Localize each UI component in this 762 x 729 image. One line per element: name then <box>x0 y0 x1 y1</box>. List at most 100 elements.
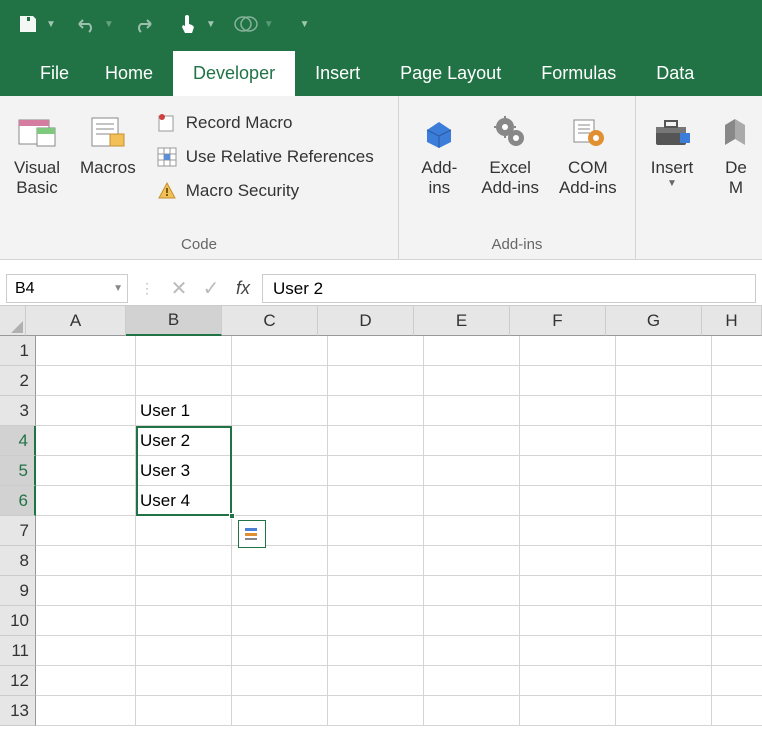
cell-A6[interactable] <box>36 486 136 516</box>
cell-H4[interactable] <box>712 426 762 456</box>
column-header-A[interactable]: A <box>26 306 126 336</box>
row-header-1[interactable]: 1 <box>0 336 36 366</box>
row-header-6[interactable]: 6 <box>0 486 36 516</box>
cell-C13[interactable] <box>232 696 328 726</box>
name-box[interactable]: B4 ▼ <box>6 274 128 303</box>
row-header-8[interactable]: 8 <box>0 546 36 576</box>
cell-C9[interactable] <box>232 576 328 606</box>
chevron-down-icon[interactable]: ▼ <box>113 283 123 294</box>
cell-A1[interactable] <box>36 336 136 366</box>
cell-E13[interactable] <box>424 696 520 726</box>
cell-G12[interactable] <box>616 666 712 696</box>
cell-E5[interactable] <box>424 456 520 486</box>
tab-file[interactable]: File <box>24 51 85 96</box>
row-header-11[interactable]: 11 <box>0 636 36 666</box>
macros-button[interactable]: Macros <box>70 104 146 180</box>
cell-D12[interactable] <box>328 666 424 696</box>
cell-E1[interactable] <box>424 336 520 366</box>
cell-E4[interactable] <box>424 426 520 456</box>
cell-A10[interactable] <box>36 606 136 636</box>
select-all-corner[interactable] <box>0 306 26 336</box>
cell-D13[interactable] <box>328 696 424 726</box>
cell-F8[interactable] <box>520 546 616 576</box>
column-header-H[interactable]: H <box>702 306 762 336</box>
cell-G3[interactable] <box>616 396 712 426</box>
cell-G5[interactable] <box>616 456 712 486</box>
cell-B2[interactable] <box>136 366 232 396</box>
formula-input[interactable]: User 2 <box>262 274 756 303</box>
cell-F1[interactable] <box>520 336 616 366</box>
cell-F2[interactable] <box>520 366 616 396</box>
cell-B10[interactable] <box>136 606 232 636</box>
column-header-B[interactable]: B <box>126 306 222 336</box>
row-header-13[interactable]: 13 <box>0 696 36 726</box>
row-header-4[interactable]: 4 <box>0 426 36 456</box>
tab-home[interactable]: Home <box>85 51 173 96</box>
cell-G4[interactable] <box>616 426 712 456</box>
shape-dropdown-icon[interactable]: ▼ <box>264 19 274 30</box>
cell-C12[interactable] <box>232 666 328 696</box>
cell-G2[interactable] <box>616 366 712 396</box>
cell-F5[interactable] <box>520 456 616 486</box>
cell-B4[interactable]: User 2 <box>136 426 232 456</box>
cell-F6[interactable] <box>520 486 616 516</box>
cell-D9[interactable] <box>328 576 424 606</box>
tab-insert[interactable]: Insert <box>295 51 380 96</box>
tab-page-layout[interactable]: Page Layout <box>380 51 521 96</box>
cell-G11[interactable] <box>616 636 712 666</box>
tab-developer[interactable]: Developer <box>173 51 295 96</box>
cell-G6[interactable] <box>616 486 712 516</box>
cell-D11[interactable] <box>328 636 424 666</box>
use-relative-references-button[interactable]: Use Relative References <box>154 142 376 172</box>
cell-E9[interactable] <box>424 576 520 606</box>
cell-B3[interactable]: User 1 <box>136 396 232 426</box>
addins-button[interactable]: Add- ins <box>407 104 471 201</box>
cells-area[interactable]: User 1User 2User 3User 4 <box>36 336 762 726</box>
undo-dropdown-icon[interactable]: ▼ <box>104 19 114 30</box>
row-header-7[interactable]: 7 <box>0 516 36 546</box>
cell-A4[interactable] <box>36 426 136 456</box>
fill-handle[interactable] <box>229 513 235 519</box>
cell-F10[interactable] <box>520 606 616 636</box>
cell-B8[interactable] <box>136 546 232 576</box>
cell-B5[interactable]: User 3 <box>136 456 232 486</box>
cell-D1[interactable] <box>328 336 424 366</box>
shape-icon[interactable] <box>226 4 266 44</box>
cell-C1[interactable] <box>232 336 328 366</box>
cell-F9[interactable] <box>520 576 616 606</box>
cell-B7[interactable] <box>136 516 232 546</box>
cell-H13[interactable] <box>712 696 762 726</box>
enter-icon[interactable]: ✓ <box>195 272 227 305</box>
excel-addins-button[interactable]: Excel Add-ins <box>471 104 549 201</box>
cell-A11[interactable] <box>36 636 136 666</box>
row-header-3[interactable]: 3 <box>0 396 36 426</box>
cell-E11[interactable] <box>424 636 520 666</box>
cell-F11[interactable] <box>520 636 616 666</box>
row-header-2[interactable]: 2 <box>0 366 36 396</box>
cell-A12[interactable] <box>36 666 136 696</box>
record-macro-button[interactable]: Record Macro <box>154 108 376 138</box>
row-header-12[interactable]: 12 <box>0 666 36 696</box>
cell-B9[interactable] <box>136 576 232 606</box>
cell-C6[interactable] <box>232 486 328 516</box>
redo-icon[interactable] <box>124 4 164 44</box>
cell-A7[interactable] <box>36 516 136 546</box>
visual-basic-button[interactable]: Visual Basic <box>4 104 70 201</box>
column-header-D[interactable]: D <box>318 306 414 336</box>
cell-H7[interactable] <box>712 516 762 546</box>
tab-formulas[interactable]: Formulas <box>521 51 636 96</box>
cell-H8[interactable] <box>712 546 762 576</box>
cell-E10[interactable] <box>424 606 520 636</box>
cancel-icon[interactable]: ✕ <box>163 272 195 305</box>
row-header-10[interactable]: 10 <box>0 606 36 636</box>
cell-H6[interactable] <box>712 486 762 516</box>
cell-E7[interactable] <box>424 516 520 546</box>
cell-G13[interactable] <box>616 696 712 726</box>
undo-icon[interactable] <box>66 4 106 44</box>
macro-security-button[interactable]: Macro Security <box>154 176 376 206</box>
com-addins-button[interactable]: COM Add-ins <box>549 104 627 201</box>
cell-D5[interactable] <box>328 456 424 486</box>
cell-A5[interactable] <box>36 456 136 486</box>
cell-G1[interactable] <box>616 336 712 366</box>
cell-G9[interactable] <box>616 576 712 606</box>
